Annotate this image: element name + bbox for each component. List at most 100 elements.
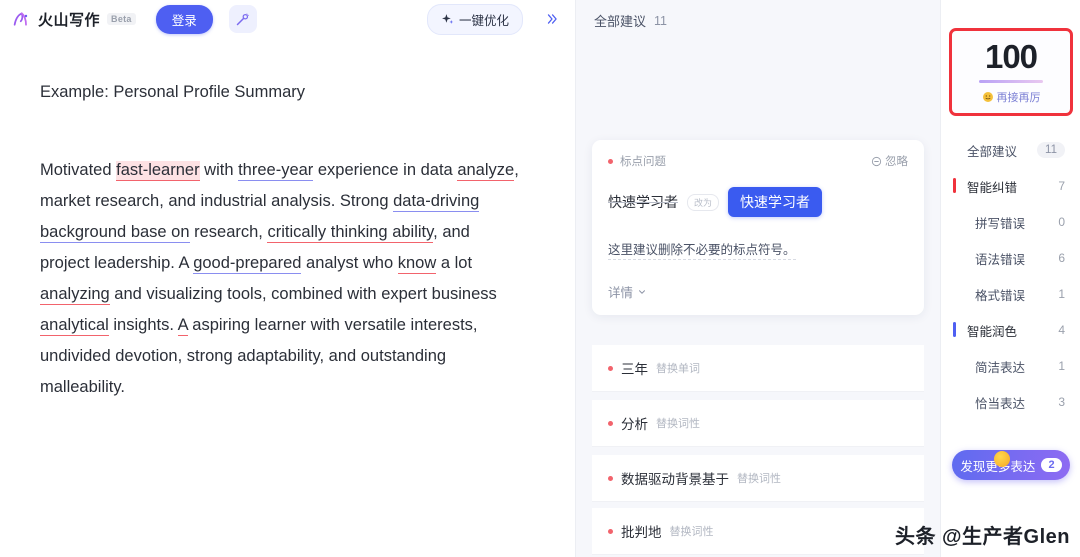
beta-tag: Beta	[107, 13, 136, 25]
score-box: 100 再接再厉	[949, 28, 1073, 116]
category-label: 拼写错误	[975, 216, 1026, 231]
doc-issue-red[interactable]: analyzing	[40, 284, 110, 305]
suggestion-type-label: 标点问题	[620, 156, 666, 168]
suggestion-item-word: 分析	[621, 417, 648, 432]
suggestion-list-item[interactable]: 三年 替换单词	[592, 345, 924, 392]
suggestion-description: 这里建议删除不必要的标点符号。	[608, 239, 796, 260]
category-row[interactable]: 语法错误 6	[941, 240, 1080, 276]
category-count: 6	[1058, 251, 1065, 265]
document-area[interactable]: Example: Personal Profile Summary Motiva…	[0, 38, 575, 403]
doc-text-run: experience in data	[313, 160, 458, 179]
error-dot-icon	[608, 475, 613, 481]
suggestions-header-count: 11	[654, 13, 667, 28]
category-label: 智能纠错	[967, 180, 1018, 195]
suggestion-card[interactable]: 标点问题 忽略 快速学习者 改为 快速学习者 这里建议删除不必要的标点符号。 详…	[592, 140, 924, 315]
detail-label: 详情	[608, 286, 634, 300]
doc-issue-red[interactable]: critically thinking ability	[267, 222, 434, 243]
document-paragraph[interactable]: Motivated fast-learner with three-year e…	[40, 155, 520, 403]
error-dot-icon	[608, 420, 613, 426]
sparkle-icon	[442, 13, 454, 24]
category-label: 智能润色	[967, 324, 1018, 339]
one-click-optimize-button[interactable]: 一键优化	[426, 3, 523, 35]
volcano-logo-icon	[13, 11, 28, 26]
doc-issue-purple[interactable]: good-prepared	[193, 253, 302, 274]
top-toolbar: 火山写作 Beta 登录 一键优化	[0, 0, 575, 38]
doc-issue-red[interactable]: analytical	[40, 315, 109, 336]
category-label: 恰当表达	[975, 396, 1026, 411]
brand-name: 火山写作	[38, 11, 101, 29]
ignore-label: 忽略	[885, 156, 908, 168]
chevron-down-icon	[639, 289, 646, 294]
magic-wand-button[interactable]	[228, 5, 257, 33]
doc-text-run: analyst who	[301, 253, 398, 272]
apply-replacement-button[interactable]: 快速学习者	[728, 187, 823, 217]
doc-text-run: with	[199, 160, 239, 179]
suggestion-list-item[interactable]: 批判地 替换词性	[592, 508, 924, 555]
double-chevron-right-icon	[547, 14, 557, 24]
suggestions-header-label: 全部建议	[594, 14, 647, 29]
score-sidebar: 100 再接再厉 全部建议 11 智能纠错 7 拼写错误 0 语法错误 6 格式错误 1 智能润色 4…	[940, 0, 1080, 557]
doc-text-run: research,	[189, 222, 268, 241]
category-marker	[953, 322, 956, 337]
doc-text-run: Motivated	[40, 160, 117, 179]
original-text: 快速学习者	[608, 194, 678, 210]
suggestion-item-kind: 替换词性	[737, 473, 781, 485]
category-row[interactable]: 简洁表达 1	[941, 348, 1080, 384]
category-label: 格式错误	[975, 288, 1026, 303]
minus-circle-icon	[871, 156, 882, 166]
category-row[interactable]: 全部建议 11	[941, 132, 1080, 168]
replacement-row: 快速学习者 改为 快速学习者	[608, 187, 908, 217]
suggestion-list-item[interactable]: 数据驱动背景基于 替换词性	[592, 455, 924, 502]
suggestion-item-word: 批判地	[621, 525, 662, 540]
watermark: 头条 @生产者Glen	[894, 526, 1070, 548]
magic-wand-icon	[237, 12, 250, 25]
category-label: 语法错误	[975, 252, 1026, 267]
category-marker	[953, 178, 956, 193]
ignore-button[interactable]: 忽略	[871, 153, 908, 169]
brand[interactable]: 火山写作 Beta	[12, 9, 136, 30]
category-row[interactable]: 拼写错误 0	[941, 204, 1080, 240]
suggestion-item-word: 数据驱动背景基于	[621, 472, 729, 487]
discover-more-button[interactable]: 发现更多表达 2	[952, 450, 1070, 480]
suggestion-item-kind: 替换单词	[656, 363, 700, 375]
category-count: 1	[1058, 359, 1065, 373]
category-count: 1	[1058, 287, 1065, 301]
score-caption-text: 再接再厉	[996, 91, 1041, 104]
login-button[interactable]: 登录	[155, 4, 213, 34]
discover-more-badge: 2	[1041, 458, 1062, 472]
score-caption: 再接再厉	[982, 89, 1041, 105]
category-list: 全部建议 11 智能纠错 7 拼写错误 0 语法错误 6 格式错误 1 智能润色 4 简洁表达 1 恰当表达…	[941, 132, 1080, 420]
category-count: 0	[1058, 215, 1065, 229]
error-dot-icon	[608, 365, 613, 371]
score-progress-bar	[979, 79, 1043, 83]
suggestions-header: 全部建议 11	[576, 0, 940, 30]
doc-text-run: a lot	[436, 253, 473, 272]
category-row[interactable]: 格式错误 1	[941, 276, 1080, 312]
editor-pane: 火山写作 Beta 登录 一键优化 Example: Personal Prof…	[0, 0, 576, 557]
suggestion-detail-toggle[interactable]: 详情	[608, 282, 908, 301]
category-count: 3	[1058, 395, 1065, 409]
smiling-face-emoji	[982, 91, 993, 102]
suggestion-list-item[interactable]: 分析 替换词性	[592, 400, 924, 447]
optimize-label: 一键优化	[458, 13, 509, 28]
doc-issue-red-highlight[interactable]: fast-learner	[116, 160, 200, 181]
suggestion-item-kind: 替换词性	[656, 418, 700, 430]
error-dot-icon	[608, 528, 613, 534]
error-dot-icon	[608, 158, 613, 164]
category-row[interactable]: 恰当表达 3	[941, 384, 1080, 420]
category-count: 4	[1058, 323, 1065, 337]
suggestion-card-header: 标点问题 忽略	[608, 153, 908, 169]
doc-text-run: and visualizing tools, combined with exp…	[109, 284, 497, 303]
score-value: 100	[984, 37, 1038, 75]
category-row[interactable]: 智能纠错 7	[941, 168, 1080, 204]
category-label: 简洁表达	[975, 360, 1026, 375]
category-count: 11	[1037, 142, 1065, 158]
collapse-panel-button[interactable]	[539, 6, 565, 32]
category-row[interactable]: 智能润色 4	[941, 312, 1080, 348]
doc-issue-red[interactable]: know	[397, 253, 437, 274]
replace-badge: 改为	[687, 193, 720, 211]
suggestion-item-word: 三年	[621, 362, 648, 377]
doc-issue-purple[interactable]: three-year	[238, 160, 314, 181]
doc-issue-red[interactable]: A	[177, 315, 188, 336]
doc-issue-red[interactable]: analyze	[457, 160, 515, 181]
